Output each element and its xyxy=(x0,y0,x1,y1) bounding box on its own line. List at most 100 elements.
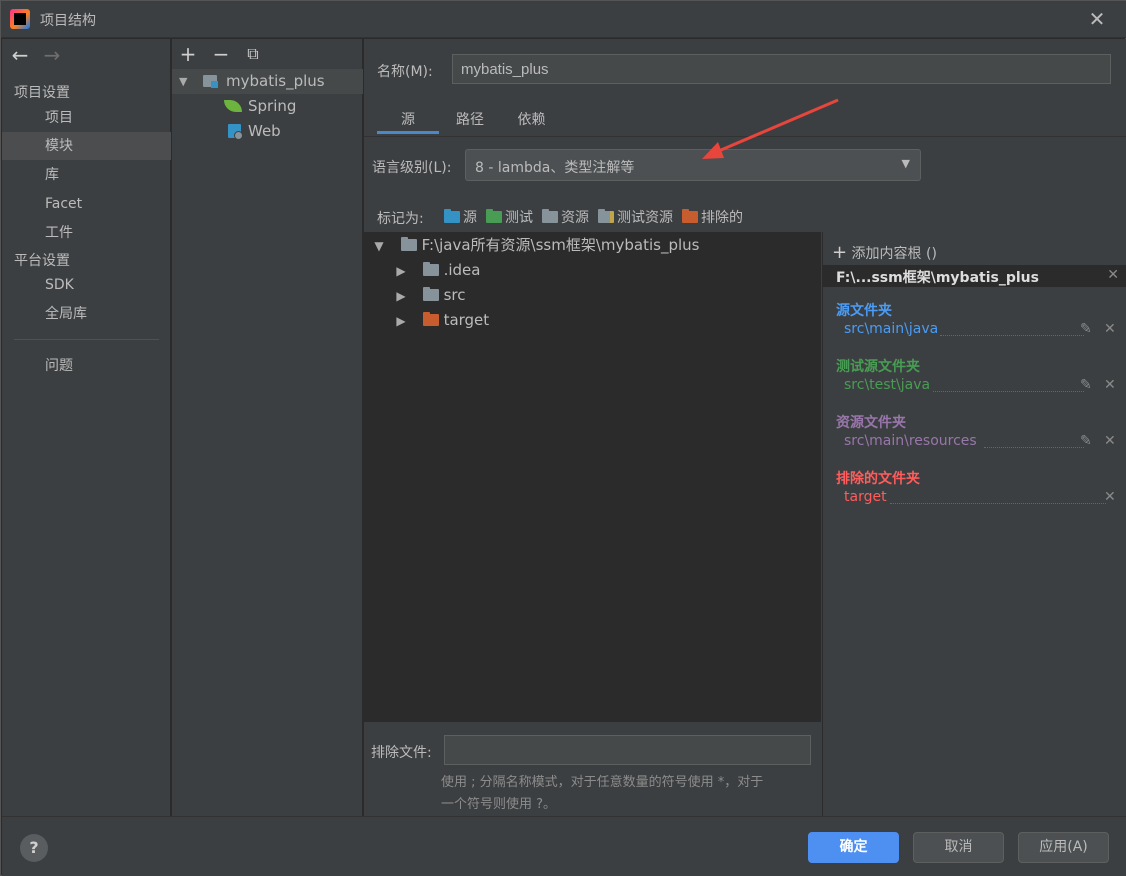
sources-folder-icon xyxy=(444,209,460,223)
language-level-value: 8 - lambda、类型注解等 xyxy=(475,160,635,176)
project-settings-header: 项目设置 xyxy=(14,85,70,101)
nav-item-facets[interactable]: Facet xyxy=(2,190,171,218)
tree-row-idea[interactable]: ▶ .idea xyxy=(394,258,480,283)
platform-settings-header: 平台设置 xyxy=(14,253,70,269)
language-level-label: 语言级别(L): xyxy=(372,160,452,176)
remove-icon[interactable]: ✕ xyxy=(1104,377,1116,393)
mark-sources-button[interactable]: 源 xyxy=(444,207,477,227)
remove-icon[interactable]: − xyxy=(209,43,233,67)
annotation-arrow xyxy=(702,98,839,159)
tree-root-row[interactable]: ▼ F:\java所有资源\ssm框架\mybatis_plus xyxy=(372,233,699,259)
exclude-hint-line1: 使用 ; 分隔名称模式，对于任意数量的符号使用 *，对于 xyxy=(441,775,764,790)
forward-arrow-icon[interactable]: → xyxy=(40,43,64,67)
add-icon[interactable]: + xyxy=(176,43,200,67)
spring-leaf-icon xyxy=(224,100,242,112)
excluded-folder-icon xyxy=(682,209,698,223)
folder-icon xyxy=(400,237,417,251)
nav-item-sdk[interactable]: SDK xyxy=(2,271,171,299)
module-list-panel: + − ⧉ ▼ mybatis_plus Spring Web xyxy=(172,39,363,816)
resource-folder-entry: src\main\resources xyxy=(844,433,1084,449)
exclude-files-input[interactable] xyxy=(444,735,811,765)
facet-label: Web xyxy=(248,122,281,140)
module-name-label: mybatis_plus xyxy=(226,72,325,90)
test-folder-path: src\test\java xyxy=(844,377,931,393)
copy-icon[interactable]: ⧉ xyxy=(241,43,265,67)
edit-pencil-icon[interactable]: ✎ xyxy=(1080,377,1092,393)
window-title: 项目结构 xyxy=(40,13,96,29)
tree-row-target[interactable]: ▶ target xyxy=(394,308,489,333)
mark-excluded-button[interactable]: 排除的 xyxy=(682,207,743,227)
web-facet-icon xyxy=(228,124,243,140)
tree-row-src[interactable]: ▶ src xyxy=(394,283,465,308)
nav-item-modules[interactable]: 模块 xyxy=(2,132,171,160)
close-icon[interactable]: ✕ xyxy=(1085,7,1109,31)
tree-item-label: .idea xyxy=(443,261,481,279)
mark-tests-button[interactable]: 测试 xyxy=(486,207,533,227)
chevron-right-icon[interactable]: ▶ xyxy=(394,309,408,334)
edit-pencil-icon[interactable]: ✎ xyxy=(1080,321,1092,337)
nav-item-project[interactable]: 项目 xyxy=(2,104,171,132)
remove-icon[interactable]: ✕ xyxy=(1104,321,1116,337)
resource-folder-path: src\main\resources xyxy=(844,433,977,449)
excluded-folder-path: target xyxy=(844,489,887,505)
facet-item-web[interactable]: Web xyxy=(172,119,363,144)
test-source-folders-title: 测试源文件夹 xyxy=(836,359,920,375)
module-settings-panel: 名称(M): 源 路径 依赖 语言级别(L): 8 - lambda、类型注解等… xyxy=(364,39,1126,816)
excluded-folder-icon xyxy=(422,312,439,326)
test-folder-entry: src\test\java xyxy=(844,377,1084,393)
mark-as-toolbar: 源 测试 资源 测试资源 排除的 xyxy=(444,207,743,227)
content-root-header: F:\...ssm框架\mybatis_plus ✕ xyxy=(823,265,1126,287)
source-folder-path: src\main\java xyxy=(844,321,939,337)
help-icon[interactable]: ? xyxy=(20,834,48,862)
chevron-down-icon[interactable]: ▼ xyxy=(372,234,386,259)
cancel-button[interactable]: 取消 xyxy=(913,832,1004,863)
module-item-mybatis-plus[interactable]: ▼ mybatis_plus xyxy=(172,69,363,94)
remove-icon[interactable]: ✕ xyxy=(1104,489,1116,505)
nav-item-problems[interactable]: 问题 xyxy=(2,352,171,380)
tree-item-label: src xyxy=(443,286,466,304)
module-folder-icon xyxy=(203,75,218,88)
tree-item-label: target xyxy=(443,311,490,329)
chevron-right-icon[interactable]: ▶ xyxy=(394,259,408,284)
nav-item-libraries[interactable]: 库 xyxy=(2,161,171,189)
tab-sources[interactable]: 源 xyxy=(377,106,439,134)
module-name-input[interactable] xyxy=(452,54,1111,84)
nav-item-global-libraries[interactable]: 全局库 xyxy=(2,300,171,328)
nav-item-artifacts[interactable]: 工件 xyxy=(2,219,171,247)
source-folder-entry: src\main\java xyxy=(844,321,1084,337)
facet-item-spring[interactable]: Spring xyxy=(172,94,363,119)
dialog-footer: ? 确定 取消 应用(A) xyxy=(2,816,1126,876)
language-level-dropdown[interactable]: 8 - lambda、类型注解等 ▼ xyxy=(465,149,921,181)
apply-button[interactable]: 应用(A) xyxy=(1018,832,1109,863)
content-root-tree: ▼ F:\java所有资源\ssm框架\mybatis_plus ▶ .idea… xyxy=(364,232,821,722)
project-structure-dialog: 项目结构 ✕ ← → 项目设置 项目 模块 库 Facet 工件 平台设置 SD… xyxy=(0,0,1126,876)
chevron-right-icon[interactable]: ▶ xyxy=(394,284,408,309)
exclude-hint-line2: 一个符号则使用 ?。 xyxy=(441,797,557,812)
source-folders-title: 源文件夹 xyxy=(836,303,892,319)
test-resources-folder-icon xyxy=(598,209,614,223)
plus-icon: + xyxy=(832,242,848,263)
chevron-down-icon[interactable]: ▼ xyxy=(179,69,187,94)
content-roots-panel: + 添加内容根 () F:\...ssm框架\mybatis_plus ✕ 源文… xyxy=(822,232,1126,816)
edit-pencil-icon[interactable]: ✎ xyxy=(1080,433,1092,449)
content-root-path: F:\...ssm框架\mybatis_plus xyxy=(836,270,1039,286)
tab-paths[interactable]: 路径 xyxy=(442,106,498,134)
chevron-down-icon: ▼ xyxy=(901,157,910,170)
intellij-logo-icon xyxy=(10,9,30,29)
ok-button[interactable]: 确定 xyxy=(808,832,899,863)
remove-icon[interactable]: ✕ xyxy=(1104,433,1116,449)
tab-dependencies[interactable]: 依赖 xyxy=(504,106,559,134)
folder-icon xyxy=(422,287,439,301)
excluded-folder-entry: target xyxy=(844,489,1106,505)
remove-root-icon[interactable]: ✕ xyxy=(1107,267,1119,283)
folder-icon xyxy=(422,262,439,276)
nav-divider xyxy=(14,339,159,340)
settings-nav: ← → 项目设置 项目 模块 库 Facet 工件 平台设置 SDK 全局库 问… xyxy=(2,39,171,816)
tests-folder-icon xyxy=(486,209,502,223)
back-arrow-icon[interactable]: ← xyxy=(8,43,32,67)
mark-test-resources-button[interactable]: 测试资源 xyxy=(598,207,673,227)
mark-as-label: 标记为: xyxy=(377,211,424,227)
exclude-files-label: 排除文件: xyxy=(371,745,432,761)
mark-resources-button[interactable]: 资源 xyxy=(542,207,589,227)
add-content-root-button[interactable]: + 添加内容根 () xyxy=(832,242,937,263)
